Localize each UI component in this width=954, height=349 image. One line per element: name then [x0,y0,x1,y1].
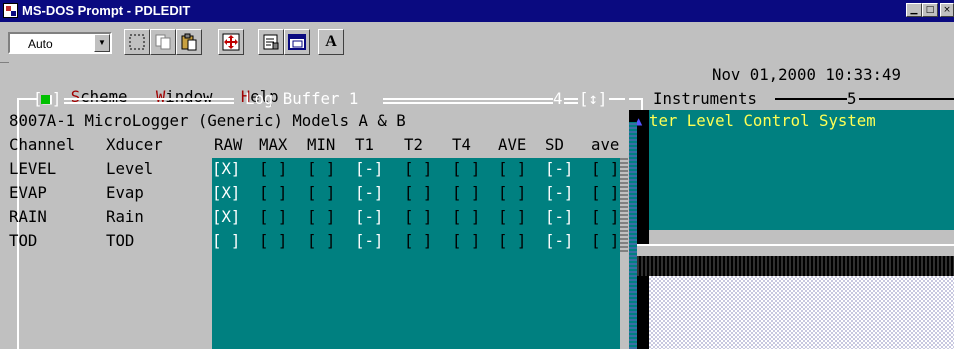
col-header-t1: T1 [355,135,374,154]
option-checkbox[interactable]: [ ] [404,230,432,252]
background-button[interactable] [284,29,310,55]
option-checkbox[interactable]: [ ] [307,206,335,228]
row-channel: TOD [9,231,38,250]
log-buffer-window: [■] Log Buffer 1 4 [↕] 8007A-1 MicroLogg… [9,86,628,349]
option-checkbox[interactable]: [ ] [591,182,619,204]
logger-model: 8007A-1 MicroLogger (Generic) Models A &… [9,111,406,130]
option-checkbox[interactable]: [ ] [212,230,240,252]
col-header-xducer: Xducer [106,135,163,154]
option-checkbox[interactable]: [ ] [591,230,619,252]
option-checkbox[interactable]: [-] [545,206,573,228]
col-header-t4: T4 [452,135,471,154]
option-checkbox[interactable]: [ ] [259,230,287,252]
mark-icon [129,34,145,50]
option-checkbox[interactable]: [X] [212,182,240,204]
instruments-number: 5 [847,89,857,108]
option-checkbox[interactable]: [ ] [307,182,335,204]
properties-icon [263,34,279,50]
font-button[interactable]: A [318,29,344,55]
dos-screen: Scheme Window Help Nov 01,2000 10:33:49 … [9,62,954,349]
row-channel: RAIN [9,207,47,226]
row-xducer: Evap [106,183,144,202]
fullscreen-button[interactable] [218,29,244,55]
font-size-value: Auto [28,37,53,51]
instruments-status-strip [649,230,954,244]
option-checkbox[interactable]: [-] [355,206,383,228]
instruments-system-name: ter Level Control System [649,111,876,130]
col-header-channel: Channel [9,135,76,154]
option-checkbox[interactable]: [X] [212,158,240,180]
paste-button[interactable] [176,29,202,55]
option-checkbox[interactable]: [ ] [307,158,335,180]
row-xducer: TOD [106,231,135,250]
close-indicator-icon [41,95,50,104]
option-checkbox[interactable]: [X] [212,206,240,228]
instruments-scrollbar[interactable] [629,122,637,349]
option-checkbox[interactable]: [ ] [307,230,335,252]
col-header-t2: T2 [404,135,423,154]
menu-bar: Scheme Window Help [33,64,279,106]
instruments-desktop-pattern [649,276,954,349]
option-checkbox[interactable]: [-] [355,182,383,204]
fullscreen-icon [222,33,240,51]
minimize-button[interactable]: ▁ [906,3,922,17]
option-checkbox[interactable]: [ ] [498,182,526,204]
option-checkbox[interactable]: [ ] [452,230,480,252]
row-channel: EVAP [9,183,47,202]
col-header-ave: AVE [498,135,527,154]
col-header-ave-lower: ave [591,135,620,154]
font-size-select[interactable]: Auto ▼ [8,32,112,54]
maximize-button[interactable]: □ [922,3,938,17]
col-header-sd: SD [545,135,564,154]
option-checkbox[interactable]: [ ] [259,182,287,204]
col-header-max: MAX [259,135,288,154]
row-xducer: Rain [106,207,144,226]
option-checkbox[interactable]: [-] [545,230,573,252]
option-checkbox[interactable]: [-] [355,230,383,252]
option-checkbox[interactable]: [ ] [498,230,526,252]
option-checkbox[interactable]: [ ] [404,158,432,180]
option-checkbox[interactable]: [ ] [452,206,480,228]
option-checkbox[interactable]: [-] [545,158,573,180]
log-buffer-scrollbar[interactable] [620,158,628,349]
window-title: MS-DOS Prompt - PDLEDIT [22,3,191,18]
option-checkbox[interactable]: [-] [355,158,383,180]
col-header-min: MIN [307,135,336,154]
option-checkbox[interactable]: [ ] [452,182,480,204]
log-buffer-number: 4 [553,89,563,108]
option-checkbox[interactable]: [ ] [498,206,526,228]
close-button[interactable]: × [940,3,954,17]
instruments-shadow [629,256,954,276]
option-checkbox[interactable]: [ ] [452,158,480,180]
copy-button[interactable] [150,29,176,55]
option-checkbox[interactable]: [ ] [591,206,619,228]
title-bar: MS-DOS Prompt - PDLEDIT ▁ □ × [0,0,954,22]
msdos-app-icon[interactable] [3,3,18,18]
option-checkbox[interactable]: [ ] [259,158,287,180]
mark-button[interactable] [124,29,150,55]
instruments-title: Instruments [653,89,757,108]
row-channel: LEVEL [9,159,57,178]
clock: Nov 01,2000 10:33:49 [712,65,901,84]
option-checkbox[interactable]: [ ] [259,206,287,228]
option-checkbox[interactable]: [ ] [498,158,526,180]
properties-button[interactable] [258,29,284,55]
option-checkbox[interactable]: [ ] [404,182,432,204]
log-buffer-title: Log Buffer 1 [245,89,359,108]
option-checkbox[interactable]: [-] [545,182,573,204]
background-icon [288,34,306,50]
chevron-down-icon[interactable]: ▼ [94,34,110,52]
option-checkbox[interactable]: [ ] [404,206,432,228]
copy-icon [155,34,171,50]
option-checkbox[interactable]: [ ] [591,158,619,180]
paste-icon [181,33,197,51]
toolbar: Auto ▼ A [0,22,954,63]
log-buffer-resize-box[interactable]: [↕] [579,88,607,110]
col-header-raw: RAW [214,135,243,154]
instruments-window: Instruments 5 ▲ ter Level Control System [629,86,954,349]
row-xducer: Level [106,159,154,178]
